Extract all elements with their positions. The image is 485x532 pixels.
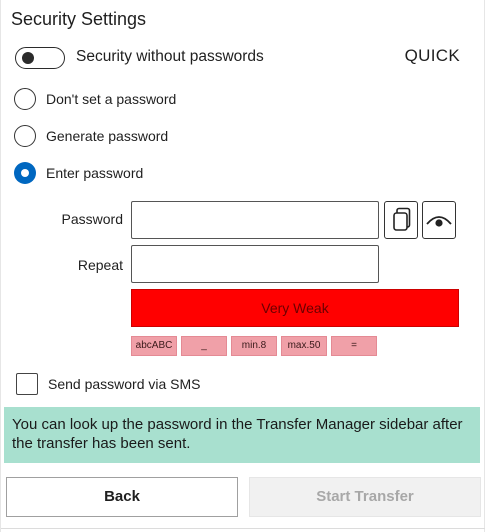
send-sms-label: Send password via SMS bbox=[48, 376, 201, 392]
passwordless-toggle[interactable] bbox=[15, 47, 65, 69]
radio-label: Enter password bbox=[46, 165, 144, 181]
password-strength-indicator: Very Weak bbox=[131, 289, 459, 327]
info-message: You can look up the password in the Tran… bbox=[4, 407, 480, 463]
passwordless-toggle-label: Security without passwords bbox=[76, 48, 264, 65]
radio-label: Generate password bbox=[46, 128, 169, 144]
password-label: Password bbox=[61, 211, 123, 227]
passwordless-toggle-row: Security without passwords QUICK bbox=[14, 45, 474, 69]
copy-button[interactable] bbox=[384, 201, 418, 239]
start-transfer-button[interactable]: Start Transfer bbox=[249, 477, 481, 517]
requirement-chip: min.8 bbox=[231, 336, 277, 356]
show-password-button[interactable] bbox=[422, 201, 456, 239]
requirement-chip: _ bbox=[181, 336, 227, 356]
password-field[interactable] bbox=[131, 201, 379, 239]
quick-label: QUICK bbox=[404, 46, 460, 65]
repeat-label: Repeat bbox=[77, 257, 123, 273]
eye-icon bbox=[426, 216, 452, 227]
requirement-chip: max.50 bbox=[281, 336, 327, 356]
divider bbox=[1, 528, 485, 529]
send-sms-checkbox[interactable] bbox=[16, 373, 38, 395]
radio-button-checked[interactable] bbox=[14, 162, 36, 184]
requirement-chip: abcABC bbox=[131, 336, 177, 356]
repeat-password-field[interactable] bbox=[131, 245, 379, 283]
page-title: Security Settings bbox=[11, 9, 147, 29]
toggle-knob bbox=[22, 52, 34, 64]
radio-button[interactable] bbox=[14, 125, 36, 147]
security-settings-panel: Security Settings Security without passw… bbox=[0, 0, 485, 532]
radio-button[interactable] bbox=[14, 88, 36, 110]
radio-label: Don't set a password bbox=[46, 91, 177, 107]
copy-icon bbox=[393, 207, 411, 231]
back-button[interactable]: Back bbox=[6, 477, 238, 517]
requirement-chip: = bbox=[331, 336, 377, 356]
